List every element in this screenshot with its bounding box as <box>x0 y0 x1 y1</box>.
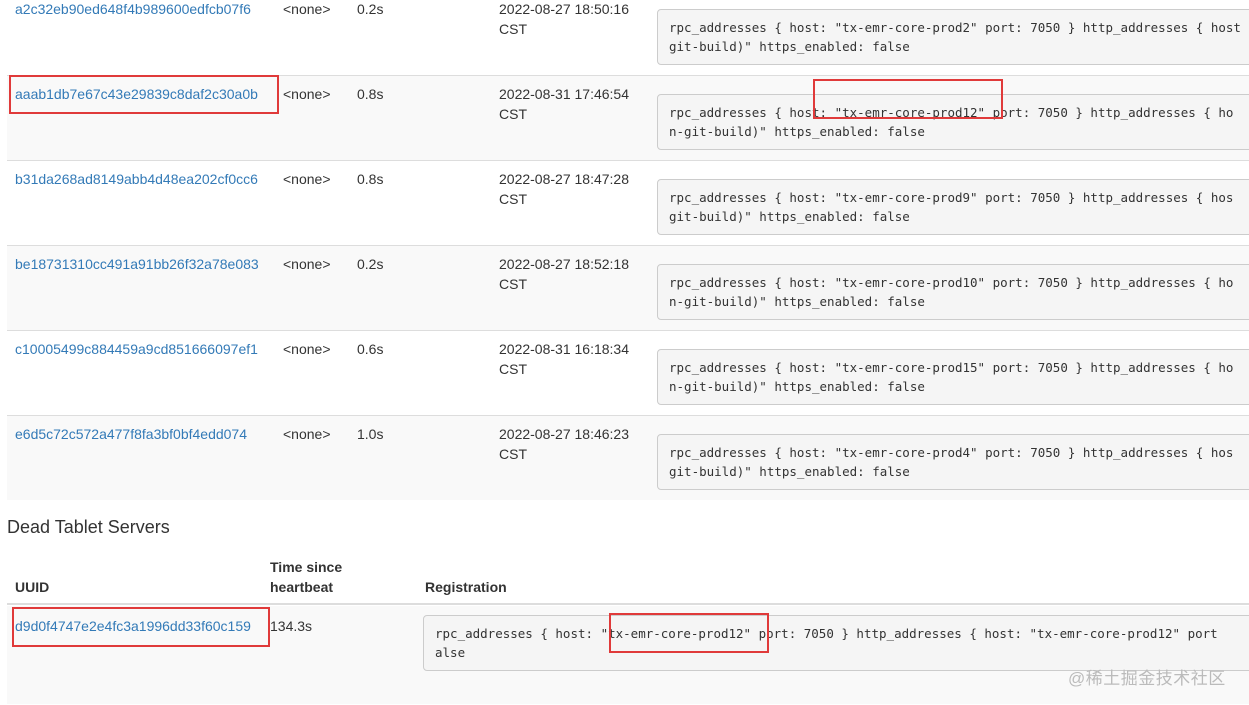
start-date: 2022-08-31 16:18:34 <box>499 341 629 357</box>
uuid-cell: a2c32eb90ed648f4b989600edfcb07f6 <box>15 0 251 19</box>
dead-tablet-servers-heading: Dead Tablet Servers <box>7 517 170 537</box>
location-cell: <none> <box>283 256 331 272</box>
table-row: a2c32eb90ed648f4b989600edfcb07f6 <none> 0.… <box>7 0 1249 75</box>
start-timezone: CST <box>499 191 527 207</box>
heartbeat-cell: 0.2s <box>357 1 384 17</box>
location-cell: <none> <box>283 86 331 102</box>
registration-line: git-build)" https_enabled: false <box>669 464 910 479</box>
start-timezone: CST <box>499 21 527 37</box>
server-uuid-link[interactable]: c10005499c884459a9cd851666097ef1 <box>15 341 258 357</box>
time-since-heartbeat-cell: 134.3s <box>270 618 313 634</box>
registration-line: n-git-build)" https_enabled: false <box>669 379 925 394</box>
start-timezone: CST <box>499 361 527 377</box>
uuid-cell: d9d0f4747e2e4fc3a1996dd33f60c159 <box>15 616 251 636</box>
start-date: 2022-08-27 18:50:16 <box>499 1 629 17</box>
registration-code-block: rpc_addresses { host: "tx-emr-core-prod1… <box>423 615 1249 671</box>
registration-line: git-build)" https_enabled: false <box>669 39 910 54</box>
server-uuid-link[interactable]: aaab1db7e67c43e29839c8daf2c30a0b <box>15 86 258 102</box>
location-cell: <none> <box>283 426 331 442</box>
uuid-cell: aaab1db7e67c43e29839c8daf2c30a0b <box>15 84 258 104</box>
server-uuid-link[interactable]: be18731310cc491a91bb26f32a78e083 <box>15 256 259 272</box>
registration-line: rpc_addresses { host: "tx-emr-core-prod1… <box>669 105 1234 120</box>
table-row: c10005499c884459a9cd851666097ef1 <none> 0.… <box>7 330 1249 415</box>
uuid-cell: b31da268ad8149abb4d48ea202cf0cc6 <box>15 169 258 189</box>
server-uuid-link[interactable]: a2c32eb90ed648f4b989600edfcb07f6 <box>15 1 251 17</box>
heartbeat-cell: 0.6s <box>357 341 384 357</box>
location-cell: <none> <box>283 341 331 357</box>
registration-line: git-build)" https_enabled: false <box>669 209 910 224</box>
start-time-cell: 2022-08-27 18:46:23 CST <box>499 424 649 464</box>
registration-line: rpc_addresses { host: "tx-emr-core-prod1… <box>669 275 1234 290</box>
location-cell: <none> <box>283 1 331 17</box>
table-row: d9d0f4747e2e4fc3a1996dd33f60c159 134.3s … <box>7 606 1249 704</box>
registration-code-block: rpc_addresses { host: "tx-emr-core-prod1… <box>657 264 1249 320</box>
registration-code-block: rpc_addresses { host: "tx-emr-core-prod9… <box>657 179 1249 235</box>
start-time-cell: 2022-08-27 18:50:16 CST <box>499 0 649 39</box>
registration-line: n-git-build)" https_enabled: false <box>669 124 925 139</box>
watermark: @稀土掘金技术社区 <box>1068 669 1226 688</box>
uuid-cell: c10005499c884459a9cd851666097ef1 <box>15 339 258 359</box>
registration-line: rpc_addresses { host: "tx-emr-core-prod1… <box>435 626 1218 641</box>
server-uuid-link[interactable]: d9d0f4747e2e4fc3a1996dd33f60c159 <box>15 618 251 634</box>
column-header-uuid: UUID <box>15 579 50 595</box>
tablet-servers-page: a2c32eb90ed648f4b989600edfcb07f6 <none> 0.… <box>0 0 1249 705</box>
start-timezone: CST <box>499 446 527 462</box>
heartbeat-cell: 0.8s <box>357 86 384 102</box>
registration-line: rpc_addresses { host: "tx-emr-core-prod9… <box>669 190 1234 205</box>
registration-line: alse <box>435 645 466 660</box>
server-uuid-link[interactable]: b31da268ad8149abb4d48ea202cf0cc6 <box>15 171 258 187</box>
start-date: 2022-08-27 18:52:18 <box>499 256 629 272</box>
start-time-cell: 2022-08-27 18:47:28 CST <box>499 169 649 209</box>
registration-line: rpc_addresses { host: "tx-emr-core-prod2… <box>669 20 1241 35</box>
table-row: e6d5c72c572a477f8fa3bf0bf4edd074 <none> 1.… <box>7 415 1249 500</box>
start-time-cell: 2022-08-31 17:46:54 CST <box>499 84 649 124</box>
registration-line: rpc_addresses { host: "tx-emr-core-prod1… <box>669 360 1234 375</box>
start-time-cell: 2022-08-31 16:18:34 CST <box>499 339 649 379</box>
table-row: b31da268ad8149abb4d48ea202cf0cc6 <none> 0.… <box>7 160 1249 245</box>
heartbeat-cell: 1.0s <box>357 426 384 442</box>
dead-servers-table-header: UUID Time since heartbeat Registration <box>7 553 1249 605</box>
registration-line: rpc_addresses { host: "tx-emr-core-prod4… <box>669 445 1234 460</box>
registration-line: n-git-build)" https_enabled: false <box>669 294 925 309</box>
table-row: aaab1db7e67c43e29839c8daf2c30a0b <none> 0.… <box>7 75 1249 160</box>
column-header-registration: Registration <box>425 579 507 595</box>
start-timezone: CST <box>499 106 527 122</box>
heartbeat-cell: 0.8s <box>357 171 384 187</box>
uuid-cell: e6d5c72c572a477f8fa3bf0bf4edd074 <box>15 424 247 444</box>
table-row: be18731310cc491a91bb26f32a78e083 <none> 0.… <box>7 245 1249 330</box>
column-header-time-since-heartbeat: Time since heartbeat <box>270 559 343 595</box>
registration-code-block: rpc_addresses { host: "tx-emr-core-prod2… <box>657 9 1249 65</box>
server-uuid-link[interactable]: e6d5c72c572a477f8fa3bf0bf4edd074 <box>15 426 247 442</box>
uuid-cell: be18731310cc491a91bb26f32a78e083 <box>15 254 259 274</box>
registration-code-block: rpc_addresses { host: "tx-emr-core-prod1… <box>657 94 1249 150</box>
start-time-cell: 2022-08-27 18:52:18 CST <box>499 254 649 294</box>
start-timezone: CST <box>499 276 527 292</box>
registration-code-block: rpc_addresses { host: "tx-emr-core-prod1… <box>657 349 1249 405</box>
registration-code-block: rpc_addresses { host: "tx-emr-core-prod4… <box>657 434 1249 490</box>
start-date: 2022-08-31 17:46:54 <box>499 86 629 102</box>
start-date: 2022-08-27 18:46:23 <box>499 426 629 442</box>
heartbeat-cell: 0.2s <box>357 256 384 272</box>
location-cell: <none> <box>283 171 331 187</box>
start-date: 2022-08-27 18:47:28 <box>499 171 629 187</box>
